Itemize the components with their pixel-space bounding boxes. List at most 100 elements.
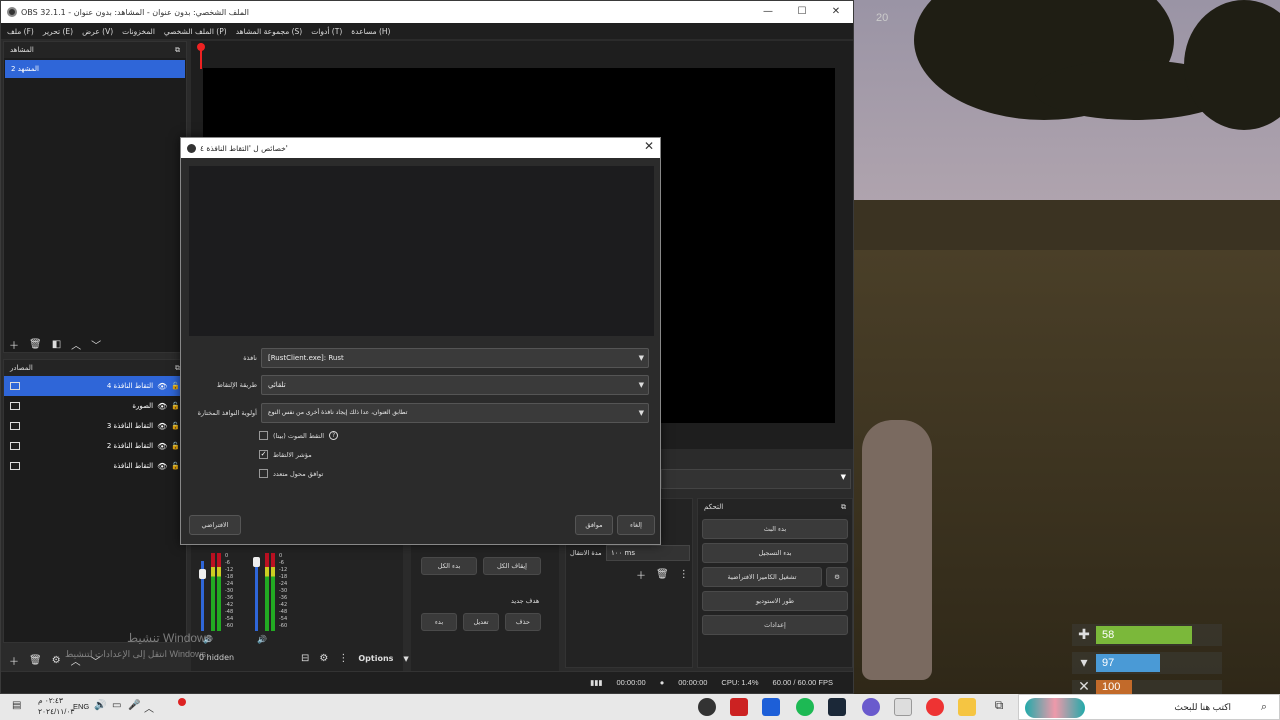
close-icon[interactable]: ✕ (644, 139, 654, 153)
audio-mixer: 0 -6 -12 -18 -24 -30 -36 -42 -48 -54 -60 0 -6 -12 -18… (191, 541, 403, 671)
eye-icon[interactable]: 👁 (157, 402, 167, 411)
delete-button[interactable]: حذف (505, 613, 541, 631)
spotify-taskbar-icon[interactable] (796, 698, 814, 716)
layout-icon[interactable]: ⊟ (301, 653, 309, 664)
lock-icon[interactable]: 🔓 (171, 462, 180, 470)
add-icon[interactable]: ＋ (636, 567, 646, 582)
chrome-taskbar-icon[interactable] (926, 698, 944, 716)
microphone-icon[interactable]: 🎤 (128, 700, 140, 711)
speaker-icon[interactable]: 🔊 (257, 635, 267, 644)
more-icon[interactable]: ⋮ (679, 569, 689, 580)
undock-icon[interactable]: ⧉ (175, 46, 180, 55)
menu-help[interactable]: مساعدة (H) (351, 27, 390, 36)
discord-taskbar-icon[interactable] (862, 698, 880, 716)
eye-icon[interactable]: 👁 (157, 462, 167, 471)
trash-icon[interactable]: 🗑 (656, 569, 669, 580)
maximize-button[interactable]: ☐ (785, 1, 819, 23)
close-button[interactable]: ✕ (819, 1, 853, 23)
window-select[interactable]: [RustClient.exe]: Rust (261, 348, 649, 368)
lock-icon[interactable]: 🔓 (171, 442, 180, 450)
multi-adapter-label: توافق محول متعدد (273, 469, 324, 478)
taskbar: ▤ ٠٢:٤٣ م ٢٠٢٤/١١/٠٣ ENG 🔊 ▭ 🎤 ︿ ⧉ اكتب … (0, 694, 1280, 720)
volume-fader[interactable] (255, 561, 258, 631)
options-button[interactable]: Options (358, 654, 393, 663)
cancel-button[interactable]: إلغاء (617, 515, 655, 535)
eye-icon[interactable]: 👁 (157, 442, 167, 451)
file-explorer-taskbar-icon[interactable] (958, 698, 976, 716)
rust-taskbar-icon[interactable] (730, 698, 748, 716)
hud-water: ✕ 100 (1072, 680, 1222, 694)
undock-icon[interactable]: ⧉ (841, 503, 846, 512)
filter-icon[interactable]: ◧ (52, 339, 61, 350)
duration-spinbox[interactable]: ١٠٠ ms (606, 545, 690, 561)
scenes-toolbar: ＋ 🗑 ◧ ︿ ﹀ (9, 337, 101, 352)
start-streaming-button[interactable]: بدء البث (702, 519, 848, 539)
menu-tools[interactable]: أدوات (T) (311, 27, 342, 36)
menu-edit[interactable]: تحرير (E) (43, 27, 73, 36)
ok-button[interactable]: موافق (575, 515, 613, 535)
clock-date[interactable]: ٢٠٢٤/١١/٠٣ (38, 707, 74, 716)
start-recording-button[interactable]: بدء التسجيل (702, 543, 848, 563)
priority-select[interactable]: تطابق العنوان، عدا ذلك إيجاد نافذة أخرى … (261, 403, 649, 423)
menu-profile[interactable]: الملف الشخصي (P) (164, 27, 227, 36)
search-box[interactable]: اكتب هنا للبحث ⌕ (1018, 694, 1280, 720)
volume-icon[interactable]: 🔊 (94, 700, 106, 711)
scenes-dock-title: المشاهد ⧉ (4, 42, 186, 58)
gear-icon[interactable]: ⚙ (319, 653, 328, 664)
scene-item[interactable]: المشهد 2 (5, 60, 185, 78)
chevron-up-icon[interactable]: ︿ (144, 700, 154, 715)
trash-icon[interactable]: 🗑 (29, 655, 42, 666)
menu-docks[interactable]: المخزونات (122, 27, 155, 36)
lock-icon[interactable]: 🔓 (171, 402, 180, 410)
audio-capture-checkbox[interactable] (259, 431, 268, 440)
source-item[interactable]: التقاط النافذة 4 👁 🔓 (4, 376, 186, 396)
stop-all-button[interactable]: إيقاف الكل (483, 557, 541, 575)
add-icon[interactable]: ＋ (9, 337, 19, 352)
notification-icon[interactable]: ▤ (12, 700, 21, 711)
help-icon[interactable]: ? (329, 431, 339, 440)
trash-icon[interactable]: 🗑 (29, 339, 42, 350)
source-item[interactable]: التقاط النافذة 2 👁 🔓 (4, 436, 186, 456)
move-down-icon[interactable]: ﹀ (91, 337, 101, 352)
app-taskbar-icon[interactable] (762, 698, 780, 716)
fader-handle[interactable] (199, 569, 206, 579)
start-all-button[interactable]: بدء الكل (421, 557, 477, 575)
menu-file[interactable]: ملف (F) (7, 27, 34, 36)
source-item[interactable]: الصورة 👁 🔓 (4, 396, 186, 416)
minimize-button[interactable]: — (751, 1, 785, 23)
gear-icon[interactable]: ⚙ (826, 567, 848, 587)
edit-button[interactable]: تعديل (463, 613, 499, 631)
store-taskbar-icon[interactable] (894, 698, 912, 716)
chevron-down-icon: ▼ (840, 473, 846, 481)
studio-mode-button[interactable]: طور الاستوديو (702, 591, 848, 611)
start-virtual-camera-button[interactable]: تشغيل الكاميرا الافتراضية (702, 567, 822, 587)
capture-cursor-checkbox[interactable]: ✓ (259, 450, 268, 459)
menu-scene-collection[interactable]: مجموعة المشاهد (S) (236, 27, 303, 36)
task-view-icon[interactable]: ⧉ (990, 698, 1008, 716)
source-handle[interactable] (197, 43, 205, 51)
language-indicator[interactable]: ENG (73, 702, 89, 711)
fader-handle[interactable] (253, 557, 260, 567)
eye-icon[interactable]: 👁 (157, 382, 167, 391)
multi-adapter-checkbox[interactable] (259, 469, 268, 478)
gear-icon[interactable]: ⚙ (52, 655, 61, 666)
lock-icon[interactable]: 🔓 (171, 422, 180, 430)
move-up-icon[interactable]: ︿ (71, 337, 81, 352)
more-icon[interactable]: ⋮ (338, 653, 348, 664)
lock-icon[interactable]: 🔓 (171, 382, 180, 390)
capture-method-select[interactable]: تلقائي (261, 375, 649, 395)
obs-taskbar-icon[interactable] (698, 698, 716, 716)
add-icon[interactable]: ＋ (9, 653, 19, 668)
network-icon[interactable]: ▭ (112, 700, 121, 711)
tick: -54 (225, 616, 234, 622)
source-item[interactable]: التقاط النافذة 3 👁 🔓 (4, 416, 186, 436)
defaults-button[interactable]: الافتراضي (189, 515, 241, 535)
clock-time[interactable]: ٠٢:٤٣ م (38, 696, 63, 705)
start-button[interactable]: بدء (421, 613, 457, 631)
transition-select[interactable]: ▼ (661, 469, 851, 489)
menu-view[interactable]: عرض (V) (82, 27, 113, 36)
eye-icon[interactable]: 👁 (157, 422, 167, 431)
steam-taskbar-icon[interactable] (828, 698, 846, 716)
source-item[interactable]: التقاط النافذة 👁 🔓 (4, 456, 186, 476)
settings-button[interactable]: إعدادات (702, 615, 848, 635)
